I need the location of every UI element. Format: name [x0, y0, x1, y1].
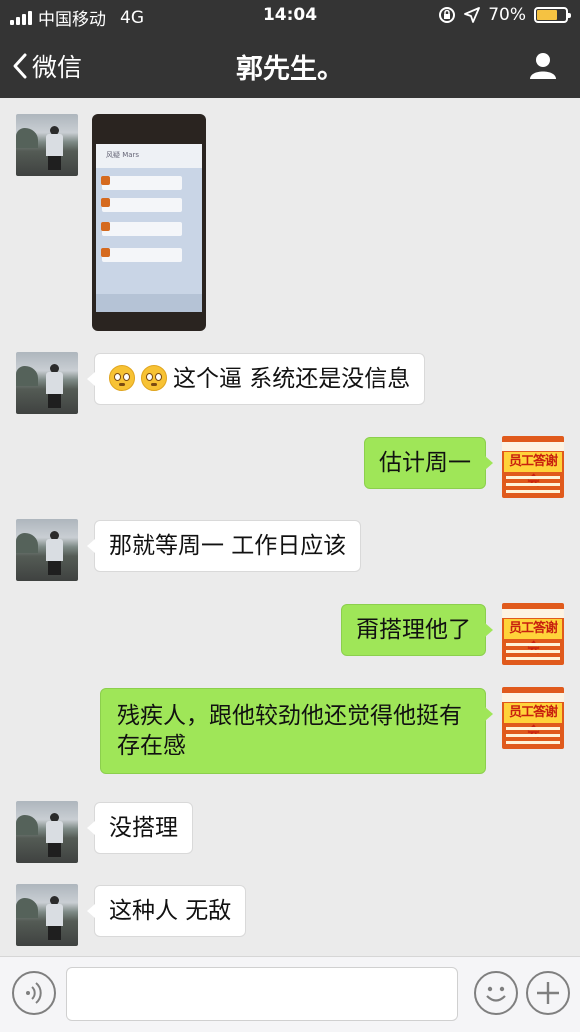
voice-icon	[26, 982, 42, 1004]
contact-avatar[interactable]	[16, 519, 78, 581]
plus-icon	[537, 982, 559, 1004]
emoji-button[interactable]	[474, 971, 518, 1015]
message-input[interactable]	[66, 967, 458, 1021]
profile-button[interactable]	[528, 50, 558, 84]
message-text: 这种人 无敌	[109, 898, 232, 924]
message-text: 没搭理	[109, 815, 178, 841]
chat-area[interactable]: 风疑 Mars 这个逼 系统还是没信息 员工答谢会 估计周一 那就等周一 工作日…	[0, 98, 580, 956]
nav-bar: 微信 郭先生。	[0, 32, 580, 98]
status-bar: 中国移动 4G 14:04 70%	[0, 0, 580, 32]
image-message[interactable]: 风疑 Mars	[92, 114, 206, 331]
flushed-emoji-icon	[141, 365, 167, 391]
message-bubble-received[interactable]: 没搭理	[87, 802, 193, 854]
my-avatar[interactable]: 员工答谢会	[502, 687, 564, 749]
photo-screen: 风疑 Mars	[96, 144, 202, 312]
input-bar	[0, 956, 580, 1032]
status-right: 70%	[438, 5, 571, 25]
contact-avatar[interactable]	[16, 114, 78, 176]
avatar-headline: 员工答谢会	[504, 703, 562, 740]
message-text: 那就等周一 工作日应该	[109, 533, 347, 559]
message-bubble-received[interactable]: 这个逼 系统还是没信息	[86, 353, 426, 405]
message-text: 估计周一	[379, 450, 471, 476]
rotation-lock-icon	[439, 7, 456, 23]
more-button[interactable]	[526, 971, 570, 1015]
contact-avatar[interactable]	[16, 352, 78, 414]
flushed-emoji-icon	[109, 365, 135, 391]
avatar-headline: 员工答谢会	[504, 452, 562, 489]
message-bubble-received[interactable]: 那就等周一 工作日应该	[86, 520, 362, 572]
battery-percent: 70%	[488, 5, 526, 25]
message-bubble-sent[interactable]: 甭搭理他了	[341, 604, 493, 656]
voice-button[interactable]	[12, 971, 56, 1015]
battery-icon	[534, 7, 571, 23]
top-bar: 中国移动 4G 14:04 70% 微信 郭先生。	[0, 0, 580, 98]
message-bubble-sent[interactable]: 残疾人，跟他较劲他还觉得他挺有存在感	[100, 688, 493, 774]
my-avatar[interactable]: 员工答谢会	[502, 436, 564, 498]
contact-avatar[interactable]	[16, 884, 78, 946]
message-text: 残疾人，跟他较劲他还觉得他挺有存在感	[117, 703, 462, 759]
my-avatar[interactable]: 员工答谢会	[502, 603, 564, 665]
avatar-headline: 员工答谢会	[504, 619, 562, 656]
person-icon	[530, 53, 556, 79]
chat-title: 郭先生。	[236, 54, 344, 85]
smiley-icon	[486, 986, 506, 1002]
contact-avatar[interactable]	[16, 801, 78, 863]
message-bubble-received[interactable]: 这种人 无敌	[86, 885, 247, 937]
location-icon	[464, 7, 481, 23]
message-text: 甭搭理他了	[356, 617, 471, 643]
message-bubble-sent[interactable]: 估计周一	[364, 437, 493, 489]
battery-fill	[537, 10, 557, 20]
message-text: 这个逼 系统还是没信息	[173, 366, 411, 392]
photo-header-text: 风疑 Mars	[106, 151, 140, 159]
